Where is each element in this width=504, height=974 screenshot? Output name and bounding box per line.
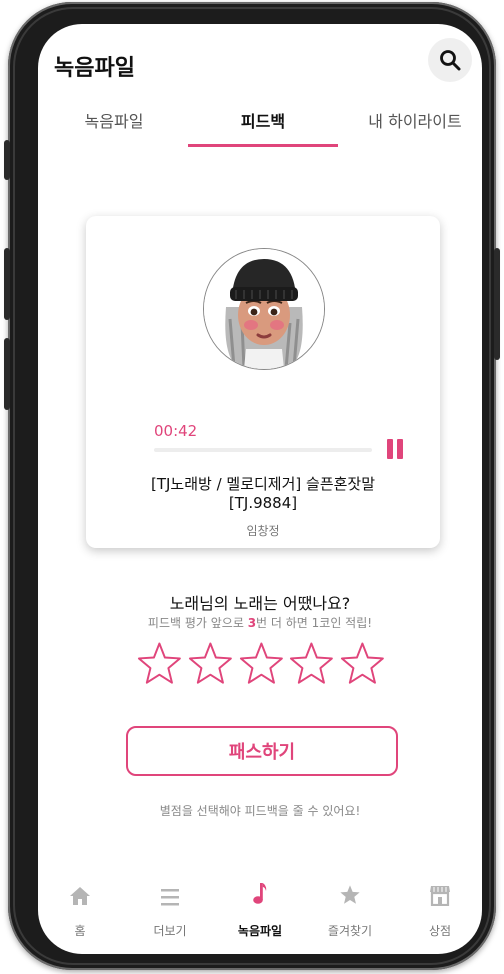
tab-recordings[interactable]: 녹음파일	[64, 108, 164, 132]
rating-hint-after: 번 더 하면 1코인 적립!	[256, 616, 373, 630]
tab-my-highlights[interactable]: 내 하이라이트	[360, 108, 470, 132]
rating-notice: 별점을 선택해야 피드백을 줄 수 있어요!	[159, 804, 361, 818]
pass-button[interactable]: 패스하기	[126, 726, 398, 776]
star-icon	[340, 885, 360, 904]
singer-avatar	[203, 248, 325, 370]
nav-label-favorites: 즐겨찾기	[327, 924, 373, 938]
playback-time: 00:42	[154, 422, 198, 440]
nav-item-favorites[interactable]: 즐겨찾기	[310, 876, 390, 939]
phone-power-button	[494, 248, 500, 360]
app-screen: 녹음파일 녹음파일 피드백 내 하이라이트 00:42 [TJ노래방 / 멜로디…	[38, 24, 482, 954]
tab-feedback[interactable]: 피드백	[213, 108, 313, 132]
nav-label-home: 홈	[74, 924, 86, 938]
song-title: [TJ노래방 / 멜로디제거] 슬픈혼잣말	[150, 475, 376, 493]
store-icon	[430, 886, 450, 906]
rating-star-1[interactable]	[136, 640, 183, 688]
nav-item-more[interactable]: 더보기	[130, 876, 210, 939]
nav-label-more: 더보기	[153, 924, 187, 938]
nav-label-store: 상점	[428, 924, 452, 938]
singer-name: 임창정	[246, 524, 280, 538]
page-title: 녹음파일	[54, 56, 135, 81]
rating-hint-before: 피드백 평가 앞으로	[147, 616, 248, 630]
menu-icon	[161, 889, 179, 906]
music-note-icon	[253, 883, 267, 904]
nav-item-recordings[interactable]: 녹음파일	[220, 876, 300, 939]
phone-volume-down	[4, 338, 10, 410]
rating-hint-count: 3	[247, 616, 257, 630]
active-tab-indicator	[188, 144, 338, 147]
rating-star-2[interactable]	[187, 640, 234, 688]
phone-frame: 녹음파일 녹음파일 피드백 내 하이라이트 00:42 [TJ노래방 / 멜로디…	[4, 2, 500, 970]
rating-question: 노래님의 노래는 어땠나요?	[169, 594, 351, 613]
rating-hint: 피드백 평가 앞으로 3번 더 하면 1코인 적립!	[38, 614, 482, 631]
rating-star-4[interactable]	[288, 640, 335, 688]
rating-star-3[interactable]	[238, 640, 285, 688]
pause-button[interactable]	[385, 439, 405, 461]
song-code: [TJ.9884]	[228, 494, 298, 512]
nav-label-recordings: 녹음파일	[237, 924, 283, 938]
progress-bar[interactable]	[154, 448, 372, 452]
nav-item-home[interactable]: 홈	[40, 876, 120, 939]
home-icon	[70, 887, 90, 905]
nav-item-store[interactable]: 상점	[400, 876, 480, 939]
search-icon	[440, 50, 461, 71]
bottom-nav: 홈 더보기 녹음파일 즐겨찾기 상점	[38, 876, 482, 946]
phone-volume-up	[4, 248, 10, 320]
song-card: 00:42 [TJ노래방 / 멜로디제거] 슬픈혼잣말 [TJ.9884] 임창…	[86, 216, 440, 548]
search-button[interactable]	[428, 38, 472, 82]
rating-star-5[interactable]	[339, 640, 386, 688]
star-rating[interactable]	[136, 640, 386, 688]
phone-side-button	[4, 140, 10, 180]
